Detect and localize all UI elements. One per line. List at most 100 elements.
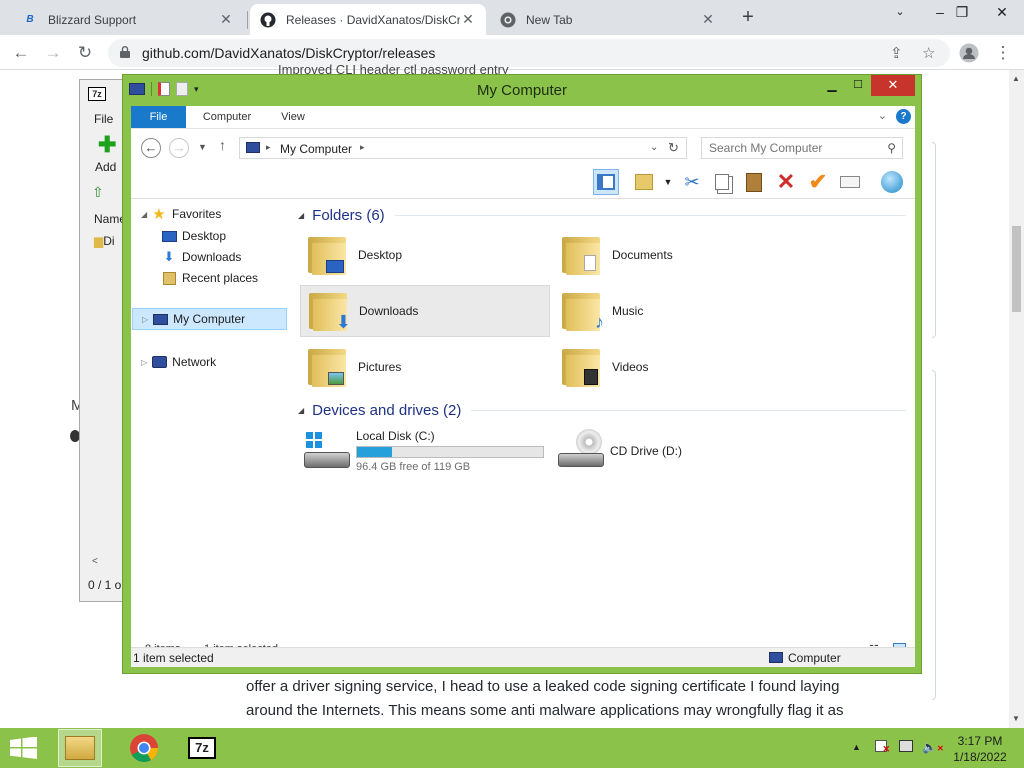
nav-downloads[interactable]: ⬇ Downloads	[161, 249, 242, 264]
properties-folder-icon[interactable]	[631, 169, 657, 195]
refresh-icon[interactable]: ↻	[668, 140, 679, 156]
nav-desktop[interactable]: Desktop	[161, 229, 226, 243]
close-button[interactable]: ✕	[871, 75, 915, 96]
group-header-folders[interactable]: ◢ Folders (6)	[296, 207, 906, 224]
folder-up-icon[interactable]: ⇧	[92, 184, 104, 201]
close-icon[interactable]: ✕	[218, 11, 234, 28]
computer-icon	[769, 652, 783, 663]
chevron-down-icon[interactable]: ▼	[655, 169, 681, 195]
preview-pane-icon[interactable]	[593, 169, 619, 195]
page-scrollbar[interactable]: ▲ ▼	[1009, 70, 1024, 728]
search-input[interactable]	[709, 141, 879, 155]
folder-tile-music[interactable]: ♪ Music	[554, 285, 804, 337]
nav-favorites[interactable]: ★ Favorites	[151, 206, 221, 223]
nav-my-computer[interactable]: ▷ My Computer	[132, 308, 287, 330]
back-button[interactable]: ←	[8, 40, 34, 66]
folder-tile-videos[interactable]: Videos	[554, 341, 804, 393]
share-icon[interactable]: ⇪	[890, 44, 903, 62]
forward-button[interactable]: →	[169, 138, 189, 158]
taskbar-7zip-button[interactable]: 7z	[180, 729, 224, 767]
scroll-down-arrow[interactable]: ▼	[1012, 714, 1020, 723]
windows-logo-icon	[10, 736, 37, 759]
tab-new-tab[interactable]: New Tab ✕	[490, 4, 726, 35]
close-icon[interactable]: ✕	[460, 11, 476, 28]
expanded-arrow-icon[interactable]: ◢	[141, 210, 147, 219]
tab-file[interactable]: File	[131, 106, 186, 128]
search-box[interactable]: ⚲	[701, 137, 903, 159]
back-button[interactable]: ←	[141, 138, 161, 158]
collapsed-arrow-icon[interactable]: ▷	[141, 358, 147, 367]
network-tray-icon[interactable]	[899, 740, 913, 755]
computer-icon	[152, 312, 168, 326]
scroll-left-arrow[interactable]: <	[92, 556, 98, 567]
address-bar[interactable]: github.com/DavidXanatos/DiskCryptor/rele…	[108, 39, 950, 67]
folder-tile-downloads[interactable]: ⬇ Downloads	[300, 285, 550, 337]
explorer-title-bar[interactable]: ▾ My Computer ▁ ☐ ✕	[123, 75, 921, 105]
drive-tile-c[interactable]: Local Disk (C:) 96.4 GB free of 119 GB	[304, 429, 544, 473]
tab-computer[interactable]: Computer	[193, 106, 261, 128]
disk-capacity-bar	[356, 446, 544, 458]
copy-icon[interactable]	[709, 169, 735, 195]
nav-recent-places[interactable]: Recent places	[161, 271, 258, 285]
sevenzip-menu-file[interactable]: File	[94, 112, 113, 126]
network-globe-icon[interactable]	[879, 169, 905, 195]
clock-time: 3:17 PM	[957, 734, 1003, 748]
delete-icon[interactable]: ✕	[773, 169, 799, 195]
show-hidden-icons-chevron-icon[interactable]: ▲	[852, 742, 861, 752]
folder-tile-documents[interactable]: Documents	[554, 229, 804, 281]
tab-view[interactable]: View	[269, 106, 317, 128]
help-icon[interactable]: ?	[896, 109, 911, 124]
scrollbar-thumb[interactable]	[1012, 226, 1021, 312]
drive-tile-d[interactable]: CD Drive (D:)	[558, 429, 682, 471]
sevenzip-add-button[interactable]: Add	[95, 160, 116, 174]
cut-icon[interactable]: ✂	[679, 169, 705, 195]
forward-button[interactable]: →	[40, 40, 66, 66]
action-center-flag-icon[interactable]: ✕	[875, 740, 890, 755]
taskbar-clock[interactable]: 3:17 PM 1/18/2022	[948, 733, 1012, 765]
group-header-drives[interactable]: ◢ Devices and drives (2)	[296, 402, 906, 419]
scroll-up-arrow[interactable]: ▲	[1012, 74, 1020, 83]
breadcrumb-my-computer[interactable]: My Computer	[280, 142, 352, 156]
restore-button[interactable]: ❐	[940, 0, 984, 26]
drive-free-space: 96.4 GB free of 119 GB	[356, 461, 471, 473]
collapse-arrow-icon[interactable]: ◢	[298, 211, 304, 220]
minimize-button[interactable]: ▁	[819, 75, 845, 96]
tab-github-releases[interactable]: Releases · DavidXanatos/DiskCryp ✕	[250, 4, 486, 35]
page-paragraph-line: offer a driver signing service, I head t…	[246, 678, 840, 695]
chrome-menu-button[interactable]: ⋮	[990, 40, 1016, 66]
maximize-button[interactable]: ☐	[845, 75, 871, 96]
explorer-window[interactable]: ▾ My Computer ▁ ☐ ✕ File Computer View ⌄…	[122, 74, 922, 674]
breadcrumb-arrow-icon[interactable]: ▸	[266, 142, 271, 153]
paste-icon[interactable]	[741, 169, 767, 195]
address-bar[interactable]: ▸ My Computer ▸ ⌄ ↻	[239, 137, 687, 159]
folder-name: Desktop	[358, 248, 403, 262]
browser-tab-strip: B Blizzard Support ✕ Releases · DavidXan…	[0, 0, 1024, 35]
search-icon[interactable]: ⚲	[887, 141, 896, 155]
expand-ribbon-icon[interactable]: ⌄	[878, 109, 887, 122]
tab-search-button[interactable]: ⌄	[878, 0, 922, 26]
rename-checkmark-icon[interactable]: ✔	[805, 169, 831, 195]
new-tab-button[interactable]: +	[738, 6, 758, 28]
up-arrow-icon[interactable]: ↑	[219, 137, 226, 153]
collapse-arrow-icon[interactable]: ◢	[298, 406, 304, 415]
rename-field-icon[interactable]	[837, 169, 863, 195]
breadcrumb-arrow-icon[interactable]: ▸	[360, 142, 365, 153]
profile-avatar[interactable]	[956, 40, 982, 66]
list-item[interactable]: ▆Di	[94, 234, 115, 248]
collapsed-arrow-icon[interactable]: ▷	[142, 315, 148, 324]
tab-blizzard-support[interactable]: B Blizzard Support ✕	[12, 4, 244, 35]
bookmark-star-icon[interactable]: ☆	[922, 44, 935, 62]
taskbar-explorer-button[interactable]	[58, 729, 102, 767]
folder-tile-desktop[interactable]: Desktop	[300, 229, 550, 281]
taskbar-chrome-button[interactable]	[122, 729, 166, 767]
taskbar: 7z ▲ ✕ 🔈✕ 3:17 PM 1/18/2022	[0, 728, 1024, 768]
nav-network[interactable]: ▷ Network	[141, 355, 216, 369]
start-button[interactable]	[10, 736, 38, 759]
volume-muted-icon[interactable]: 🔈✕	[922, 740, 944, 754]
close-window-button[interactable]: ✕	[980, 0, 1024, 26]
close-icon[interactable]: ✕	[700, 11, 716, 28]
chevron-down-icon[interactable]: ⌄	[650, 142, 658, 153]
reload-button[interactable]: ↻	[72, 40, 98, 66]
folder-tile-pictures[interactable]: Pictures	[300, 341, 550, 393]
recent-locations-icon[interactable]: ▼	[198, 142, 207, 152]
